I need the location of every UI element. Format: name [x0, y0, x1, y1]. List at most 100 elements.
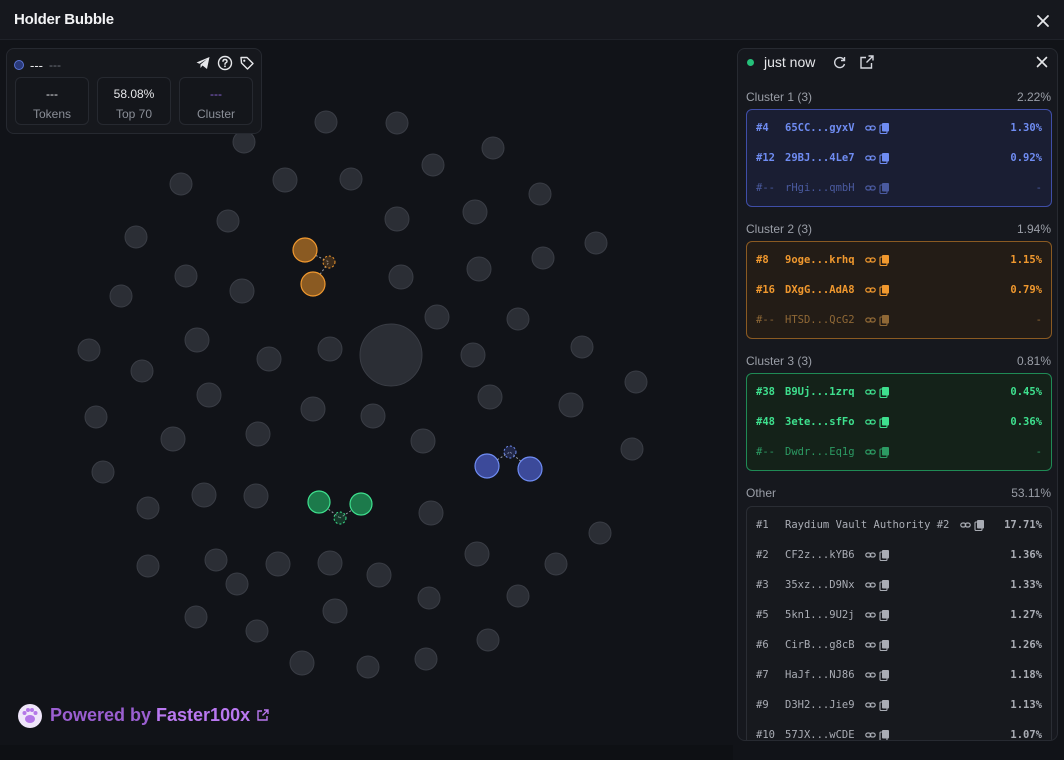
holder-address[interactable]: 57JX...wCDE — [785, 729, 855, 740]
list-item[interactable]: #38 B9Uj...1zrq 0.45% — [747, 384, 1051, 402]
holder-bubble[interactable] — [314, 110, 338, 134]
link-icon[interactable] — [865, 579, 876, 591]
holder-bubble[interactable] — [385, 111, 409, 135]
holder-bubble[interactable] — [506, 584, 530, 608]
list-item[interactable]: #3 35xz...D9Nx 1.33% — [747, 577, 1051, 595]
link-icon[interactable] — [865, 386, 876, 398]
link-icon[interactable] — [865, 699, 876, 711]
holder-bubble[interactable] — [588, 521, 612, 545]
list-item[interactable]: #7 HaJf...NJ86 1.18% — [747, 667, 1051, 685]
holder-bubble[interactable] — [84, 405, 108, 429]
cluster-hidden-bubble[interactable] — [333, 511, 347, 525]
cluster-bubble[interactable] — [300, 271, 326, 297]
open-external-icon[interactable] — [859, 54, 875, 70]
copy-icon[interactable] — [879, 122, 890, 135]
link-icon[interactable] — [865, 314, 876, 326]
link-icon[interactable] — [865, 182, 876, 194]
copy-icon[interactable] — [879, 699, 890, 712]
holder-bubble[interactable] — [460, 342, 486, 368]
holder-bubble[interactable] — [232, 130, 256, 154]
cluster-bubble[interactable] — [307, 490, 331, 514]
holder-bubble[interactable] — [322, 598, 348, 624]
bubble-map[interactable] — [0, 40, 733, 745]
copy-icon[interactable] — [879, 669, 890, 682]
link-icon[interactable] — [865, 122, 876, 134]
holder-bubble[interactable] — [77, 338, 101, 362]
panel-close-icon[interactable] — [1034, 54, 1050, 70]
holder-address[interactable]: 29BJ...4Le7 — [785, 152, 855, 164]
holder-bubble[interactable] — [388, 264, 414, 290]
copy-icon[interactable] — [879, 314, 890, 327]
list-item[interactable]: #5 5kn1...9U2j 1.27% — [747, 607, 1051, 625]
holder-bubble[interactable] — [356, 655, 380, 679]
holder-bubble[interactable] — [462, 199, 488, 225]
copy-icon[interactable] — [879, 152, 890, 165]
holder-bubble[interactable] — [476, 628, 500, 652]
list-item[interactable]: #2 CF2z...kYB6 1.36% — [747, 547, 1051, 565]
holder-bubble[interactable] — [196, 382, 222, 408]
cluster-bubble[interactable] — [474, 453, 500, 479]
holder-bubble[interactable] — [160, 426, 186, 452]
holder-bubble[interactable] — [272, 167, 298, 193]
powered-by-link[interactable]: Powered by Faster100x — [16, 702, 270, 728]
holder-bubble[interactable] — [410, 428, 436, 454]
holder-bubble[interactable] — [174, 264, 198, 288]
holder-bubble[interactable] — [124, 225, 148, 249]
holder-bubble[interactable] — [418, 500, 444, 526]
holder-bubble[interactable] — [481, 136, 505, 160]
link-icon[interactable] — [865, 639, 876, 651]
list-item[interactable]: #10 57JX...wCDE 1.07% — [747, 727, 1051, 740]
copy-icon[interactable] — [974, 519, 985, 532]
link-icon[interactable] — [865, 446, 876, 458]
powered-by-brand[interactable]: Faster100x — [156, 705, 250, 726]
holder-bubble[interactable] — [265, 551, 291, 577]
copy-icon[interactable] — [879, 416, 890, 429]
holder-address[interactable]: Raydium Vault Authority #2 — [785, 519, 949, 531]
holder-address[interactable]: HTSD...QcG2 — [785, 314, 855, 326]
cluster-bubble[interactable] — [517, 456, 543, 482]
holder-bubble[interactable] — [477, 384, 503, 410]
holder-bubble[interactable] — [528, 182, 552, 206]
holder-bubble[interactable] — [531, 246, 555, 270]
holder-bubble[interactable] — [506, 307, 530, 331]
list-item[interactable]: #48 3ete...sfFo 0.36% — [747, 414, 1051, 432]
holder-bubble[interactable] — [360, 403, 386, 429]
holder-bubble[interactable] — [424, 304, 450, 330]
list-item[interactable]: #9 D3H2...Jie9 1.13% — [747, 697, 1051, 715]
holder-bubble[interactable] — [216, 209, 240, 233]
refresh-icon[interactable] — [832, 55, 847, 70]
link-icon[interactable] — [865, 284, 876, 296]
tag-icon[interactable] — [239, 55, 255, 71]
holder-address[interactable]: Dwdr...Eq1g — [785, 446, 855, 458]
copy-icon[interactable] — [879, 609, 890, 622]
external-link-icon[interactable] — [256, 708, 270, 722]
telegram-icon[interactable] — [195, 55, 211, 71]
holder-bubble[interactable] — [136, 496, 160, 520]
holder-bubble[interactable] — [191, 482, 217, 508]
holder-bubble[interactable] — [620, 437, 644, 461]
list-item[interactable]: #1 Raydium Vault Authority #2 17.71% — [747, 517, 1051, 535]
copy-icon[interactable] — [879, 549, 890, 562]
holder-bubble[interactable] — [245, 421, 271, 447]
help-icon[interactable] — [217, 55, 233, 71]
list-item[interactable]: #-- rHgi...qmbH - — [747, 180, 1051, 198]
holder-bubble[interactable] — [130, 359, 154, 383]
holder-address[interactable]: HaJf...NJ86 — [785, 669, 855, 681]
holder-address[interactable]: 35xz...D9Nx — [785, 579, 855, 591]
list-item[interactable]: #16 DXgG...AdA8 0.79% — [747, 282, 1051, 300]
holder-bubble[interactable] — [204, 548, 228, 572]
holder-bubble[interactable] — [225, 572, 249, 596]
link-icon[interactable] — [865, 254, 876, 266]
holder-bubble[interactable] — [184, 605, 208, 629]
link-icon[interactable] — [865, 549, 876, 561]
holder-bubble[interactable] — [421, 153, 445, 177]
holder-bubble[interactable] — [558, 392, 584, 418]
holder-bubble[interactable] — [317, 550, 343, 576]
holder-bubble[interactable] — [109, 284, 133, 308]
holder-bubble[interactable] — [384, 206, 410, 232]
holder-bubble[interactable] — [136, 554, 160, 578]
holder-bubble[interactable] — [256, 346, 282, 372]
cluster-hidden-bubble[interactable] — [503, 445, 517, 459]
holder-address[interactable]: CirB...g8cB — [785, 639, 855, 651]
list-item[interactable]: #4 65CC...gyxV 1.30% — [747, 120, 1051, 138]
